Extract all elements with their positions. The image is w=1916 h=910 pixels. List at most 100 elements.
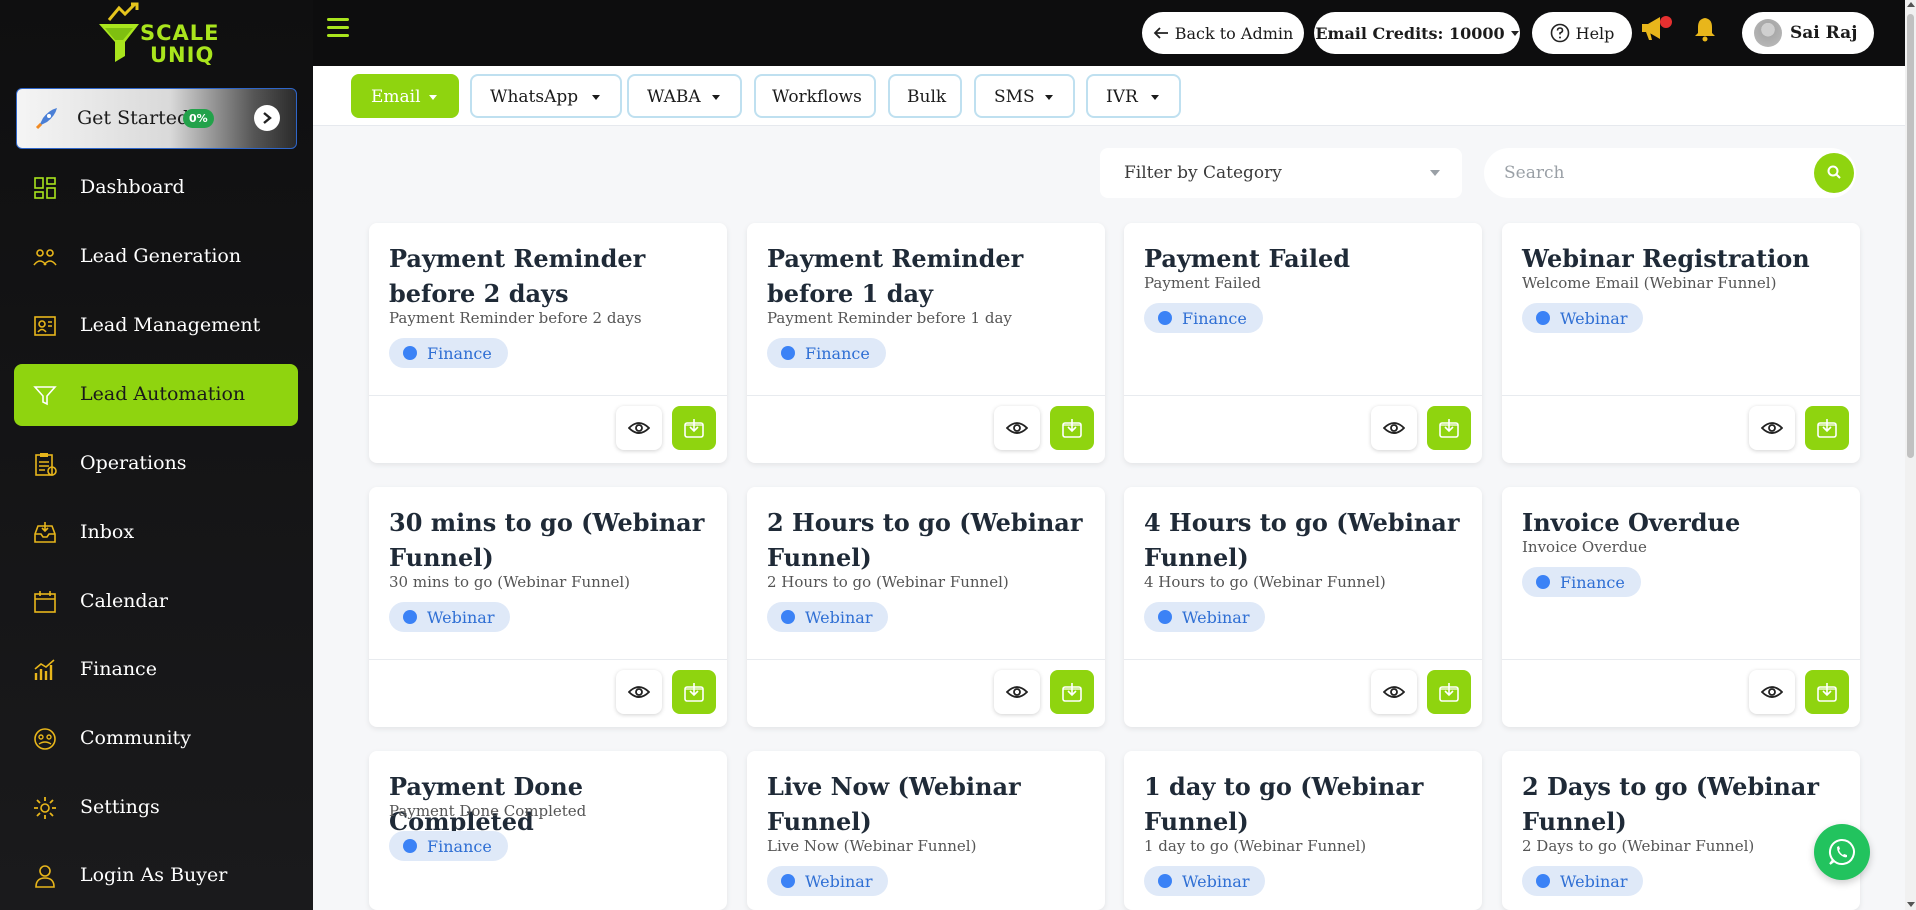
use-template-button[interactable] [1805,406,1849,450]
template-title: Payment Reminder before 1 day [767,244,1024,308]
sidebar-item-label: Login As Buyer [80,864,228,886]
use-template-button[interactable] [1427,670,1471,714]
tab-email[interactable]: Email [351,74,459,118]
search-input[interactable] [1504,160,1784,186]
page-scrollbar[interactable] [1905,0,1916,910]
brand-line-1: SCALE [140,21,220,45]
user-icon [35,865,55,888]
sidebar-item-lead-management[interactable]: Lead Management [14,295,298,357]
chevron-down-icon [592,95,600,100]
tab-waba[interactable]: WABA [627,74,742,118]
download-template-icon [1817,419,1837,438]
sidebar-item-calendar[interactable]: Calendar [14,571,298,633]
sidebar-item-dashboard[interactable]: Dashboard [14,157,298,219]
category-label: Webinar [805,871,873,891]
email-credits-dropdown[interactable]: Email Credits: 10000 [1314,12,1520,54]
channel-tabs-bar: Email WhatsApp WABA Workflows Bulk SMS IVR [313,66,1905,126]
use-template-button[interactable] [1427,406,1471,450]
sidebar-item-label: Inbox [80,521,135,543]
sidebar-item-label: Community [80,727,191,749]
tab-label: WhatsApp [490,87,579,107]
preview-button[interactable] [616,670,662,714]
dot-icon [1536,874,1550,888]
tab-ivr[interactable]: IVR [1086,74,1181,118]
chevron-down-icon [1430,170,1440,176]
preview-button[interactable] [994,670,1040,714]
template-subtitle: 30 mins to go (Webinar Funnel) [389,573,631,591]
user-name: Sai Raj [1790,23,1858,43]
id-card-icon [34,316,56,336]
sidebar-item-settings[interactable]: Settings [14,777,298,839]
sidebar-item-community[interactable]: Community [14,708,298,770]
whatsapp-chat-button[interactable] [1814,824,1870,880]
template-title: 1 day to go (Webinar Funnel) [1144,772,1424,836]
template-subtitle: Welcome Email (Webinar Funnel) [1522,274,1777,292]
scroll-down-icon[interactable] [1907,902,1915,907]
card-divider [1502,659,1860,660]
community-icon [34,728,56,750]
bell-icon[interactable] [1692,16,1718,42]
tab-sms[interactable]: SMS [974,74,1075,118]
template-subtitle: Payment Reminder before 1 day [767,309,1012,327]
template-card: 4 Hours to go (Webinar Funnel) 4 Hours to… [1124,487,1482,727]
use-template-button[interactable] [1050,406,1094,450]
preview-button[interactable] [1371,406,1417,450]
category-badge: Webinar [1522,866,1644,896]
dot-icon [781,610,795,624]
template-subtitle: Payment Failed [1144,274,1261,292]
template-title: Invoice Overdue [1522,508,1741,537]
template-subtitle: Invoice Overdue [1522,538,1647,556]
use-template-button[interactable] [672,670,716,714]
use-template-button[interactable] [1050,670,1094,714]
chevron-right-icon[interactable] [254,105,280,131]
dot-icon [1536,311,1550,325]
category-badge: Webinar [389,602,511,632]
megaphone-icon[interactable] [1640,14,1672,42]
help-button[interactable]: Help [1532,12,1632,54]
category-badge: Webinar [1144,602,1266,632]
avatar [1754,19,1782,47]
preview-button[interactable] [1749,406,1795,450]
scaleuniq-logo[interactable]: SCALE UNIQ [95,2,225,70]
category-filter-select[interactable]: Filter by Category [1100,148,1462,198]
tab-bulk[interactable]: Bulk [888,74,962,118]
sidebar-item-lead-generation[interactable]: Lead Generation [14,226,298,288]
preview-button[interactable] [616,406,662,450]
scroll-up-icon[interactable] [1907,2,1915,7]
finance-chart-icon [34,659,55,680]
chevron-down-icon [1510,30,1519,36]
get-started-button[interactable]: Get Started 0% [16,88,297,149]
use-template-button[interactable] [672,406,716,450]
sidebar-item-label: Lead Generation [80,245,242,267]
preview-button[interactable] [1371,670,1417,714]
tab-workflows[interactable]: Workflows [754,74,876,118]
sidebar-item-lead-automation[interactable]: Lead Automation [14,364,298,426]
preview-button[interactable] [1749,670,1795,714]
hamburger-menu-icon[interactable] [327,18,349,38]
use-template-button[interactable] [1805,670,1849,714]
search-button[interactable] [1814,153,1854,193]
template-title: 2 Days to go (Webinar Funnel) [1522,772,1819,836]
eye-icon [628,422,650,434]
inbox-icon [34,522,56,543]
scrollbar-thumb[interactable] [1907,14,1914,458]
user-menu-button[interactable]: Sai Raj [1742,12,1874,54]
search-icon [1827,165,1841,179]
brand-line-2: UNIQ [150,43,215,67]
category-badge: Finance [1522,567,1641,597]
sidebar-item-finance[interactable]: Finance [14,639,298,701]
template-card: Live Now (Webinar Funnel) Live Now (Webin… [747,751,1105,910]
preview-button[interactable] [994,406,1040,450]
sidebar-item-operations[interactable]: Operations [14,433,298,495]
eye-icon [1006,422,1028,434]
template-subtitle: 2 Days to go (Webinar Funnel) [1522,837,1755,855]
template-card: Payment Done Completed Payment Done Compl… [369,751,727,910]
template-subtitle: Payment Done Completed [389,802,587,820]
tab-whatsapp[interactable]: WhatsApp [470,74,622,118]
card-divider [747,395,1105,396]
sidebar-item-inbox[interactable]: Inbox [14,502,298,564]
get-started-label: Get Started [77,107,190,129]
sidebar-item-login-as-buyer[interactable]: Login As Buyer [14,845,298,907]
category-badge: Webinar [767,602,889,632]
back-to-admin-button[interactable]: Back to Admin [1142,12,1304,54]
